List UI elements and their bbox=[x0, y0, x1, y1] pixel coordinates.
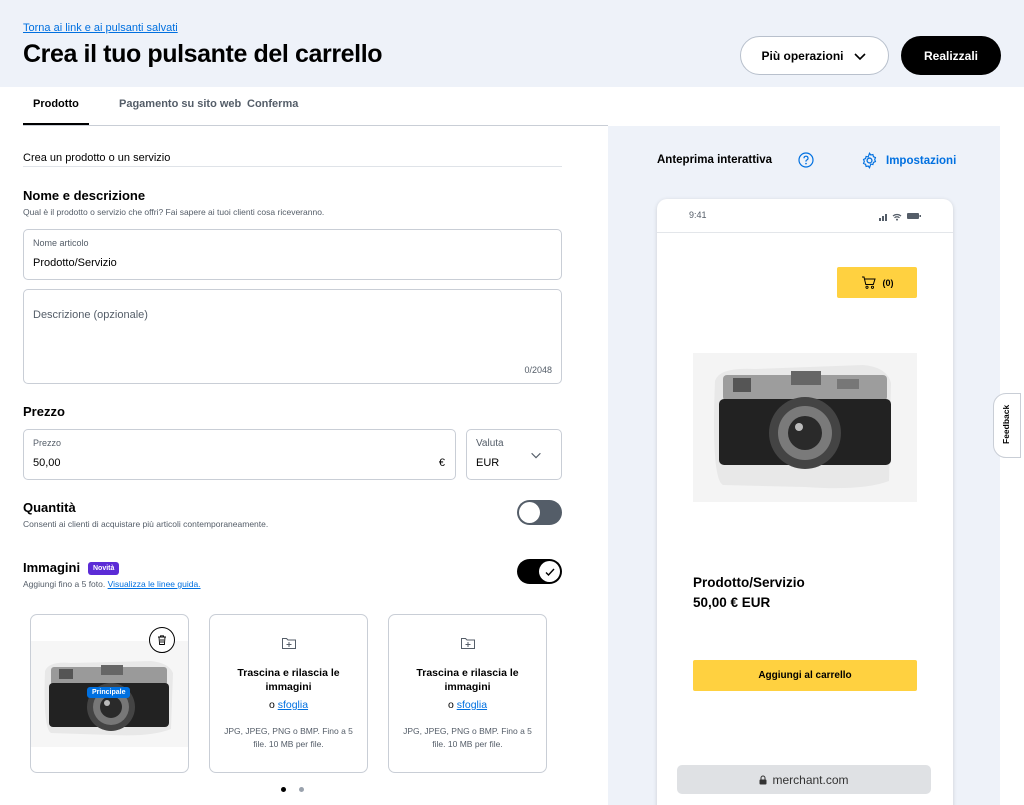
phone-mockup: 9:41 (0) Prodotto/Servizio 50,00 € EUR A… bbox=[657, 199, 953, 805]
interactive-preview-panel: Anteprima interattiva Impostazioni 9:41 … bbox=[608, 126, 1000, 805]
images-toggle[interactable] bbox=[517, 559, 562, 584]
status-icons bbox=[879, 213, 921, 221]
camera-photo bbox=[693, 353, 917, 502]
cart-icon bbox=[861, 276, 876, 289]
description-char-counter: 0/2048 bbox=[524, 365, 552, 375]
cart-count: (0) bbox=[882, 277, 894, 288]
preview-title: Anteprima interattiva bbox=[657, 154, 773, 166]
preview-product-price: 50,00 € EUR bbox=[693, 595, 771, 610]
delete-image-button[interactable] bbox=[149, 627, 175, 653]
more-actions-button[interactable]: Più operazioni bbox=[740, 36, 889, 75]
toggle-knob bbox=[519, 502, 540, 523]
price-title: Prezzo bbox=[23, 404, 65, 419]
upload-dropzone[interactable]: Trascina e rilascia le immagini o sfogli… bbox=[388, 614, 547, 773]
upload-title: Trascina e rilascia le immagini bbox=[237, 667, 340, 693]
tab-product[interactable]: Prodotto bbox=[33, 98, 79, 110]
section-heading: Crea un prodotto o un servizio bbox=[23, 152, 171, 164]
build-button[interactable]: Realizzali bbox=[901, 36, 1001, 75]
upload-browse-row: o sfoglia bbox=[397, 699, 538, 711]
browser-url-bar: merchant.com bbox=[677, 765, 931, 794]
step-tabs: Prodotto Pagamento su sito web Conferma bbox=[23, 87, 608, 126]
url-text: merchant.com bbox=[772, 772, 849, 787]
quantity-toggle[interactable] bbox=[517, 500, 562, 525]
phone-status-bar: 9:41 bbox=[657, 199, 953, 233]
item-name-label: Nome articolo bbox=[33, 238, 89, 248]
trash-icon bbox=[158, 635, 166, 645]
carousel-dot-active[interactable] bbox=[281, 787, 286, 792]
price-value: 50,00 bbox=[33, 457, 61, 469]
primary-image-badge: Principale bbox=[87, 687, 131, 698]
upload-dropzone[interactable]: Trascina e rilascia le immagini o sfogli… bbox=[209, 614, 368, 773]
product-image bbox=[693, 353, 917, 502]
check-icon bbox=[545, 568, 555, 576]
upload-browse-row: o sfoglia bbox=[218, 699, 359, 711]
new-badge: Novità bbox=[88, 562, 120, 575]
feedback-label: Feedback bbox=[1001, 404, 1011, 444]
folder-add-icon bbox=[282, 638, 296, 649]
quantity-title: Quantità bbox=[23, 500, 76, 515]
upload-title: Trascina e rilascia le immagini bbox=[416, 667, 519, 693]
name-description-title: Nome e descrizione bbox=[23, 188, 146, 203]
lock-icon bbox=[759, 775, 767, 784]
currency-symbol: € bbox=[438, 457, 445, 469]
chevron-down-icon bbox=[531, 452, 541, 459]
uploaded-image-card[interactable]: Principale bbox=[30, 614, 189, 773]
preview-product-name: Prodotto/Servizio bbox=[693, 575, 805, 590]
page-header: Torna ai link e ai pulsanti salvati Crea… bbox=[0, 0, 1024, 87]
name-description-subtitle: Qual è il prodotto o servizio che offri?… bbox=[23, 207, 325, 217]
description-placeholder: Descrizione (opzionale) bbox=[33, 309, 148, 321]
price-field[interactable]: Prezzo 50,00 € bbox=[23, 429, 456, 480]
folder-add-icon bbox=[461, 638, 475, 649]
divider bbox=[23, 166, 562, 167]
chevron-down-icon bbox=[853, 52, 866, 60]
currency-select[interactable]: Valuta EUR bbox=[466, 429, 562, 480]
preview-cart-button[interactable]: (0) bbox=[837, 267, 917, 298]
guidelines-link[interactable]: Visualizza le linee guida. bbox=[108, 579, 201, 589]
images-subtitle-text: Aggiungi fino a 5 foto. bbox=[23, 579, 106, 589]
gear-icon bbox=[862, 152, 877, 169]
back-to-saved-link[interactable]: Torna ai link e ai pulsanti salvati bbox=[23, 22, 178, 34]
carousel-dot[interactable] bbox=[299, 787, 304, 792]
upload-or-text: o bbox=[447, 699, 454, 711]
upload-hint: JPG, JPEG, PNG o BMP. Fino a 5 file. 10 … bbox=[403, 726, 532, 749]
toggle-knob bbox=[539, 561, 560, 582]
status-time: 9:41 bbox=[689, 210, 707, 220]
feedback-tab[interactable]: Feedback bbox=[993, 393, 1021, 458]
price-label: Prezzo bbox=[33, 438, 62, 448]
help-icon[interactable] bbox=[798, 152, 814, 168]
settings-link[interactable]: Impostazioni bbox=[861, 152, 956, 169]
description-field[interactable]: Descrizione (opzionale) 0/2048 bbox=[23, 289, 562, 384]
settings-label: Impostazioni bbox=[886, 154, 957, 167]
more-actions-label: Più operazioni bbox=[761, 48, 844, 63]
browse-link[interactable]: sfoglia bbox=[457, 699, 487, 711]
active-tab-indicator bbox=[23, 123, 89, 125]
item-name-field[interactable]: Nome articolo Prodotto/Servizio bbox=[23, 229, 562, 280]
browse-link[interactable]: sfoglia bbox=[278, 699, 308, 711]
currency-value: EUR bbox=[476, 457, 500, 469]
upload-or-text: o bbox=[268, 699, 275, 711]
images-title: Immagini bbox=[23, 560, 81, 575]
tab-website-payment[interactable]: Pagamento su sito web bbox=[119, 98, 241, 110]
currency-label: Valuta bbox=[476, 438, 504, 449]
item-name-value: Prodotto/Servizio bbox=[33, 257, 117, 269]
add-to-cart-button[interactable]: Aggiungi al carrello bbox=[693, 660, 917, 691]
images-subtitle: Aggiungi fino a 5 foto. Visualizza le li… bbox=[23, 579, 201, 589]
page-title: Crea il tuo pulsante del carrello bbox=[23, 40, 383, 68]
quantity-subtitle: Consenti ai clienti di acquistare più ar… bbox=[23, 519, 269, 529]
upload-hint: JPG, JPEG, PNG o BMP. Fino a 5 file. 10 … bbox=[224, 726, 353, 749]
tab-confirm[interactable]: Conferma bbox=[247, 98, 298, 110]
